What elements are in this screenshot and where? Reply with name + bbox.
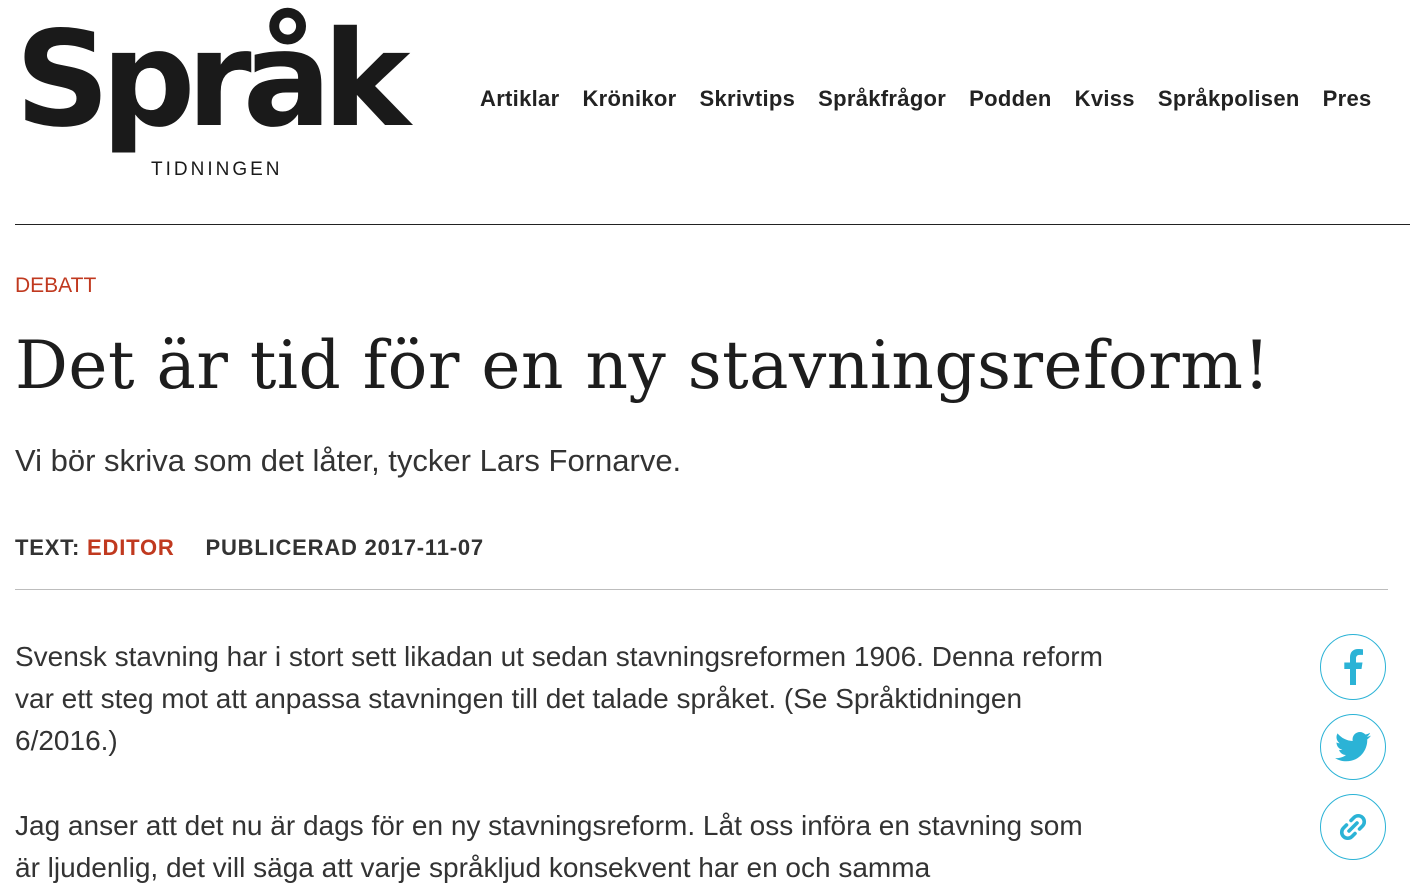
share-bar [1320, 634, 1386, 860]
article-paragraph: Jag anser att det nu är dags för en ny s… [15, 810, 1083, 883]
site-logo[interactable]: Språk TIDNINGEN [15, 14, 435, 182]
share-twitter-button[interactable] [1320, 714, 1386, 780]
nav-item-kviss[interactable]: Kviss [1075, 86, 1135, 112]
nav-item-sprakpolisen[interactable]: Språkpolisen [1158, 86, 1300, 112]
twitter-icon [1335, 732, 1371, 762]
logo-wordmark: Språk [15, 3, 411, 157]
header-divider [15, 224, 1410, 225]
nav-item-pres[interactable]: Pres [1323, 86, 1372, 112]
article-title: Det är tid för en ny stavningsreform! [15, 327, 1271, 404]
share-facebook-button[interactable] [1320, 634, 1386, 700]
article-body: Svensk stavning har i stort sett likadan… [15, 636, 1115, 896]
main-nav: Artiklar Krönikor Skrivtips Språkfrågor … [480, 86, 1372, 112]
article-category[interactable]: DEBATT [15, 274, 96, 298]
nav-item-skrivtips[interactable]: Skrivtips [700, 86, 796, 112]
nav-item-podden[interactable]: Podden [969, 86, 1051, 112]
logo-subtitle: TIDNINGEN [149, 159, 283, 180]
article-paragraph: Svensk stavning har i stort sett likadan… [15, 641, 1103, 756]
byline-published-date: PUBLICERAD 2017-11-07 [205, 535, 484, 560]
byline-author-link[interactable]: EDITOR [87, 535, 175, 560]
nav-item-artiklar[interactable]: Artiklar [480, 86, 559, 112]
page: Språk TIDNINGEN Artiklar Krönikor Skrivt… [0, 0, 1410, 896]
article-lead: Vi bör skriva som det låter, tycker Lars… [15, 443, 682, 478]
nav-item-kronikor[interactable]: Krönikor [582, 86, 676, 112]
meta-divider [15, 589, 1388, 590]
facebook-icon [1342, 649, 1364, 685]
link-icon [1336, 810, 1370, 844]
share-link-button[interactable] [1320, 794, 1386, 860]
article-byline: TEXT: EDITOR PUBLICERAD 2017-11-07 [15, 535, 484, 561]
byline-text-label: TEXT: [15, 535, 81, 560]
nav-item-sprakfragor[interactable]: Språkfrågor [818, 86, 946, 112]
